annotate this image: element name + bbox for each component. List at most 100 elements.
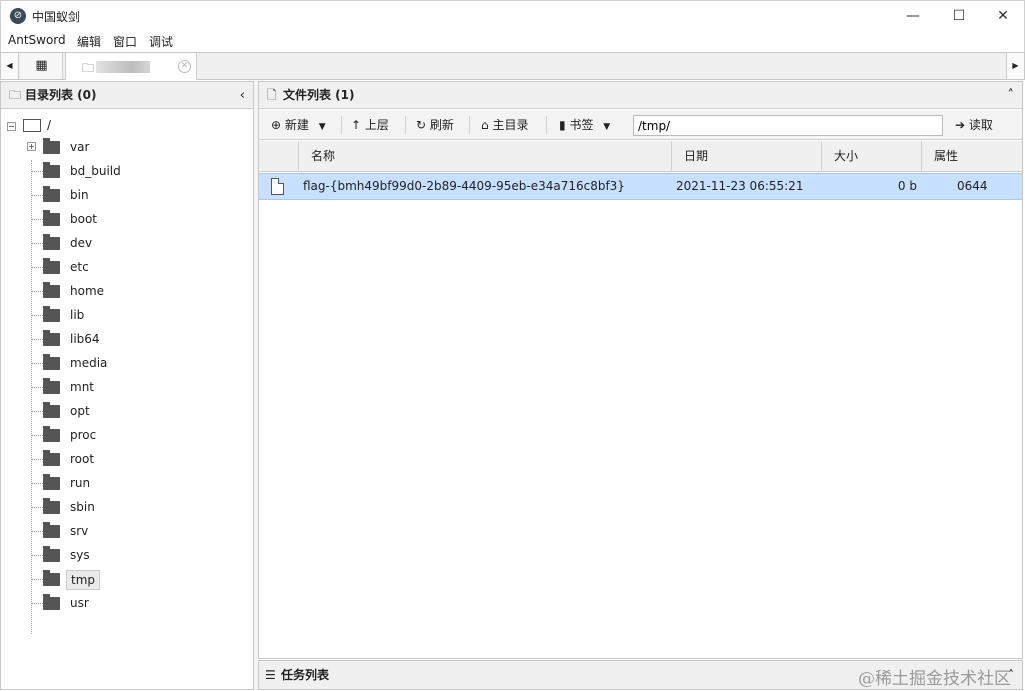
tree-item[interactable]: bin [27,184,227,208]
folder-icon [43,210,60,226]
tree-item[interactable]: root [27,448,227,472]
collapse-up-icon[interactable]: ˄ [1008,82,1015,109]
tree-item[interactable]: sbin [27,496,227,520]
tree-item-label: sbin [70,500,95,514]
tab-shell-label-redacted [96,61,150,73]
tree-item[interactable]: bd_build [27,160,227,184]
tree-item[interactable]: proc [27,424,227,448]
tree-connector [31,531,43,532]
tree-item-label: boot [70,212,98,226]
tree-item[interactable]: srv [27,520,227,544]
tree-item[interactable]: usr [27,592,227,616]
tree-connector [31,243,43,244]
tree-item[interactable]: opt [27,400,227,424]
refresh-button[interactable]: ↻ 刷新 [412,115,458,135]
maximize-button[interactable]: ☐ [936,1,982,31]
file-perm: 0644 [957,179,988,193]
folder-icon [43,402,60,418]
folder-icon [43,522,60,538]
tree-item-label: etc [70,260,89,274]
tree-item[interactable]: boot [27,208,227,232]
tree-connector [31,363,43,364]
tree-item[interactable]: lib64 [27,328,227,352]
home-button[interactable]: ⌂ 主目录 [477,115,532,135]
tree-item[interactable]: dev [27,232,227,256]
folder-icon [43,162,60,178]
tab-close-icon[interactable]: ✕ [178,60,191,73]
menu-window[interactable]: 窗口 [113,33,137,50]
table-row[interactable]: flag-{bmh49bf99d0-2b89-4409-95eb-e34a716… [259,173,1022,200]
up-button[interactable]: ↑ 上层 [347,115,393,135]
tree-item[interactable]: mnt [27,376,227,400]
read-button[interactable]: ➔ 读取 [951,115,997,135]
tree-item[interactable]: sys [27,544,227,568]
new-button[interactable]: ⊕ 新建 ▼ [267,115,330,135]
bookmark-icon: ▮ [559,118,566,132]
tree-item-label: run [70,476,91,490]
collapse-left-icon[interactable]: ‹ [240,82,245,109]
folder-icon [43,570,60,586]
folder-icon [43,546,60,562]
menu-antsword[interactable]: AntSword [8,33,66,47]
directory-panel-header: 🗀 目录列表 (0) ‹ [1,82,253,109]
tree-item-label: tmp [66,570,101,590]
tab-home[interactable]: ▦ [21,53,63,79]
watermark: @稀土掘金技术社区 [858,669,1011,689]
tree-item-label: bd_build [70,164,121,178]
header-icon-column [259,141,299,172]
task-panel-title: 任务列表 [281,668,330,682]
menu-bar: AntSword 编辑 窗口 调试 [0,30,1025,52]
bookmark-button[interactable]: ▮ 书签 ▼ [555,115,614,135]
list-icon: ☰ [265,668,276,682]
tree-item-label: proc [70,428,97,442]
header-name[interactable]: 名称 [299,141,672,172]
tab-scroll-left-icon[interactable]: ◀ [1,53,19,79]
tree-item[interactable]: etc [27,256,227,280]
menu-debug[interactable]: 调试 [149,33,173,50]
tree-item-label: srv [70,524,89,538]
tab-shell[interactable]: 🗀 ✕ [65,53,197,80]
toolbar-divider [405,116,406,134]
arrow-up-icon: ↑ [351,118,362,132]
file-toolbar: ⊕ 新建 ▼ ↑ 上层 ↻ 刷新 ⌂ 主目录 ▮ 书签 ▼ ➔ 读取 [259,110,1022,140]
file-panel-header: 🗋 文件列表 (1) ˄ [259,82,1022,109]
tree-connector [31,483,43,484]
minimize-button[interactable]: — [890,1,936,31]
up-button-label: 上层 [364,118,389,132]
folder-icon [43,594,60,610]
tree-item[interactable]: lib [27,304,227,328]
refresh-button-label: 刷新 [429,118,454,132]
tree-item-label: bin [70,188,89,202]
tree-item[interactable]: media [27,352,227,376]
close-button[interactable]: ✕ [980,1,1025,31]
header-date[interactable]: 日期 [672,141,822,172]
header-perm[interactable]: 属性 [922,141,1022,172]
path-input[interactable] [633,115,943,136]
tree-item-label: lib [70,308,85,322]
folder-open-icon [23,119,41,132]
tree-item[interactable]: + var [27,136,227,160]
folder-icon [43,186,60,202]
tree-item-label: home [70,284,105,298]
tree-item[interactable]: run [27,472,227,496]
header-size[interactable]: 大小 [822,141,922,172]
tab-scroll-right-icon[interactable]: ▶ [1006,53,1024,79]
tree-connector [31,171,43,172]
tree-item[interactable]: tmp [27,568,227,592]
directory-panel: 🗀 目录列表 (0) ‹ − / + var bd_build bin boot dev e… [0,81,254,690]
folder-icon [43,282,60,298]
collapse-minus-icon[interactable]: − [7,122,16,131]
menu-edit[interactable]: 编辑 [77,33,101,50]
folder-icon [43,498,60,514]
folder-icon [43,378,60,394]
tree-connector [31,555,43,556]
home-icon: ⌂ [481,118,489,132]
arrow-right-icon: ➔ [955,118,966,132]
tree-item-label: mnt [70,380,94,394]
file-name: flag-{bmh49bf99d0-2b89-4409-95eb-e34a716… [303,179,625,193]
toolbar-divider [341,116,342,134]
expand-plus-icon[interactable]: + [27,142,36,151]
caret-down-icon: ▼ [318,122,326,132]
tree-item[interactable]: home [27,280,227,304]
folder-icon [43,306,60,322]
